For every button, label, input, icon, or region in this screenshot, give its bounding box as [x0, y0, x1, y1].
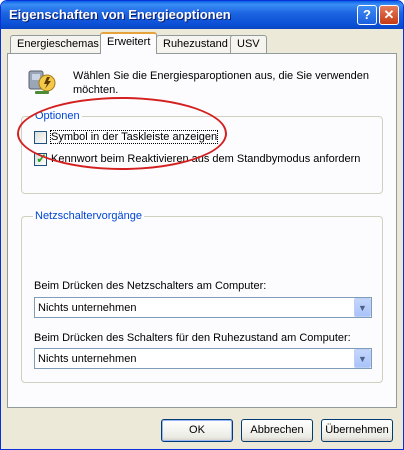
apply-button[interactable]: Übernehmen: [321, 419, 393, 442]
power-button-label: Beim Drücken des Netzschalters am Comput…: [34, 280, 267, 292]
power-button-select[interactable]: Nichts unternehmen ▼: [34, 297, 372, 318]
help-button[interactable]: ?: [357, 5, 377, 25]
ok-button[interactable]: OK: [161, 419, 233, 442]
tab-ruhezustand[interactable]: Ruhezustand: [156, 35, 235, 53]
sleep-button-select[interactable]: Nichts unternehmen ▼: [34, 348, 372, 369]
tab-erweitert[interactable]: Erweitert: [100, 32, 158, 54]
title-bar[interactable]: Eigenschaften von Energieoptionen ? ✕: [1, 1, 403, 29]
power-options-icon: [28, 70, 56, 94]
dropdown-arrow-icon[interactable]: ▼: [354, 349, 371, 368]
power-buttons-group-title: Netzschaltervorgänge: [33, 210, 145, 222]
dropdown-arrow-icon[interactable]: ▼: [354, 298, 371, 317]
sleep-button-value: Nichts unternehmen: [38, 353, 137, 365]
tab-energieschemas[interactable]: Energieschemas: [10, 35, 106, 53]
close-button[interactable]: ✕: [379, 5, 399, 25]
dialog-window: Eigenschaften von Energieoptionen ? ✕ En…: [0, 0, 404, 450]
sleep-button-label: Beim Drücken des Schalters für den Ruhez…: [34, 332, 351, 344]
cancel-button[interactable]: Abbrechen: [241, 419, 313, 442]
window-title: Eigenschaften von Energieoptionen: [9, 7, 231, 22]
intro-text: Wählen Sie die Energiesparoptionen aus, …: [73, 70, 369, 96]
power-button-value: Nichts unternehmen: [38, 302, 137, 314]
tab-usv[interactable]: USV: [230, 35, 267, 53]
annotation-ellipse: [17, 97, 227, 170]
